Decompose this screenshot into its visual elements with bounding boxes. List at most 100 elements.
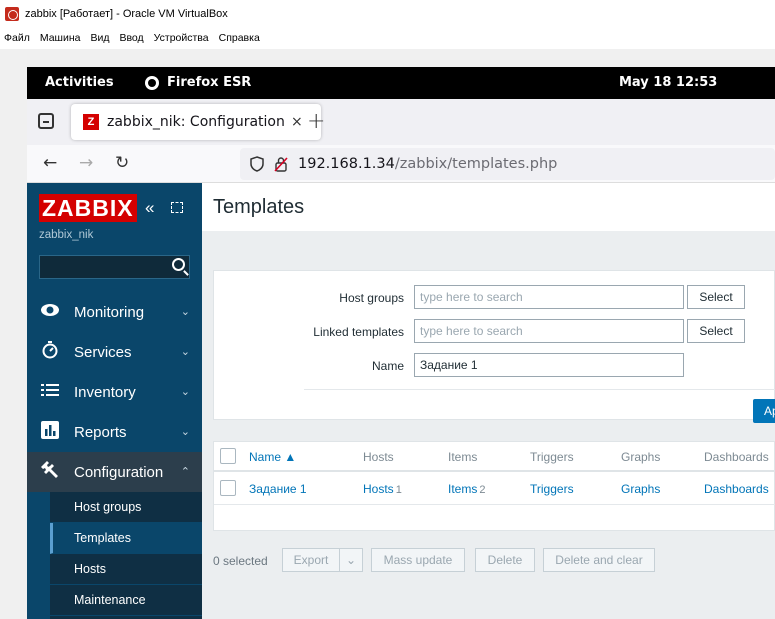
chevron-down-icon: ⌄ [180, 346, 190, 358]
virtualbox-icon [5, 6, 19, 21]
sidebar-item-configuration[interactable]: Configuration ⌃ [27, 452, 202, 492]
delete-and-clear-button[interactable]: Delete and clear [543, 548, 655, 572]
browser-tab[interactable]: Z zabbix_nik: Configuration of templates… [71, 104, 321, 140]
export-button[interactable]: Export [282, 548, 340, 572]
dashboards-link[interactable]: Dashboards [704, 482, 769, 496]
menu-help[interactable]: Справка [219, 32, 260, 44]
app-menu[interactable]: Firefox ESR [145, 75, 251, 90]
delete-button[interactable]: Delete [475, 548, 535, 572]
apply-button[interactable]: Ap [753, 399, 775, 423]
templates-table: Name ▲ Hosts Items Triggers Graphs Dashb… [213, 441, 775, 531]
insecure-lock-icon [274, 157, 288, 172]
sidebar-item-reports[interactable]: Reports ⌄ [27, 412, 202, 452]
hosts-count: 1 [395, 484, 402, 496]
select-all-checkbox[interactable] [220, 448, 236, 464]
search-icon[interactable] [172, 258, 185, 271]
virtualbox-menu-bar: Файл Машина Вид Ввод Устройства Справка [0, 27, 775, 49]
column-name[interactable]: Name ▲ [249, 450, 296, 464]
wrench-icon [40, 460, 60, 484]
chevron-down-icon: ⌄ [180, 386, 190, 398]
sidebar-item-monitoring[interactable]: Monitoring ⌄ [27, 292, 202, 332]
clock[interactable]: May 18 12:53 [619, 75, 717, 90]
mass-actions-bar: 0 selected Export ⌄ Mass update Delete D… [213, 548, 775, 574]
column-hosts: Hosts [363, 450, 394, 464]
sidebar-item-label: Inventory [74, 383, 136, 401]
menu-machine[interactable]: Машина [40, 32, 81, 44]
vm-border-top [27, 49, 775, 67]
close-tab-icon[interactable]: × [291, 114, 303, 130]
menu-devices[interactable]: Устройства [154, 32, 209, 44]
export-dropdown-chevron-down-icon[interactable]: ⌄ [339, 548, 363, 572]
host-groups-select-button[interactable]: Select [687, 285, 745, 309]
host-groups-input[interactable]: type here to search [414, 285, 684, 309]
sidebar-item-services[interactable]: Services ⌄ [27, 332, 202, 372]
app-name: Firefox ESR [167, 75, 252, 90]
virtualbox-title-bar: zabbix [Работает] - Oracle VM VirtualBox [0, 0, 775, 27]
chevron-down-icon: ⌄ [180, 426, 190, 438]
eye-icon [40, 302, 60, 322]
tab-title: zabbix_nik: Configuration of templates [107, 114, 287, 130]
server-name: zabbix_nik [39, 229, 94, 241]
sidebar-item-inventory[interactable]: Inventory ⌄ [27, 372, 202, 412]
row-checkbox[interactable] [220, 480, 236, 496]
page-title: Templates [213, 196, 305, 218]
name-input[interactable]: Задание 1 [414, 353, 684, 377]
zabbix-sidebar: ZABBIX « zabbix_nik Monitoring ⌄ Service… [27, 183, 202, 619]
url-bar[interactable]: 192.168.1.34/zabbix/templates.php [240, 148, 775, 180]
triggers-link[interactable]: Triggers [530, 482, 574, 496]
window-title: zabbix [Работает] - Oracle VM VirtualBox [25, 7, 228, 20]
linked-templates-select-button[interactable]: Select [687, 319, 745, 343]
mass-update-button[interactable]: Mass update [371, 548, 465, 572]
template-name-link[interactable]: Задание 1 [249, 482, 307, 496]
sidebar-item-label: Reports [74, 423, 127, 441]
browser-tab-bar: Z zabbix_nik: Configuration of templates… [27, 99, 775, 145]
submenu-item-hosts[interactable]: Hosts [50, 554, 202, 585]
submenu-item-maintenance[interactable]: Maintenance [50, 585, 202, 616]
collapse-sidebar-icon[interactable]: « [145, 198, 154, 218]
url-path: /zabbix/templates.php [394, 156, 558, 172]
browser-nav-bar: ← → ↻ 192.168.1.34/zabbix/templates.php [27, 145, 775, 183]
page-header: Templates [202, 183, 775, 231]
gnome-top-bar: Activities Firefox ESR May 18 12:53 [27, 67, 775, 99]
new-tab-button[interactable]: + [307, 109, 325, 134]
list-all-tabs-icon[interactable] [38, 113, 54, 129]
table-row: Задание 1 Hosts 1 Items 2 Triggers Graphs … [214, 474, 775, 505]
url-host: 192.168.1.34 [298, 156, 395, 172]
hosts-link[interactable]: Hosts 1 [363, 482, 402, 496]
chevron-up-icon: ⌃ [180, 466, 190, 478]
zabbix-logo[interactable]: ZABBIX [39, 194, 137, 222]
menu-file[interactable]: Файл [4, 32, 30, 44]
menu-input[interactable]: Ввод [119, 32, 143, 44]
activities-button[interactable]: Activities [45, 75, 114, 90]
main-content: Templates Host groups type here to searc… [202, 183, 775, 619]
kiosk-mode-icon[interactable] [171, 202, 183, 213]
reload-icon[interactable]: ↻ [115, 153, 129, 173]
graphs-link[interactable]: Graphs [621, 482, 660, 496]
submenu-item-templates[interactable]: Templates [50, 523, 202, 554]
column-items: Items [448, 450, 478, 464]
forward-arrow-icon[interactable]: → [79, 153, 93, 173]
stopwatch-icon [40, 340, 60, 364]
zabbix-favicon: Z [83, 114, 99, 130]
sidebar-item-label: Services [74, 343, 132, 361]
back-arrow-icon[interactable]: ← [43, 153, 57, 173]
column-triggers: Triggers [530, 450, 574, 464]
sidebar-item-label: Monitoring [74, 303, 145, 321]
vm-border-left [0, 49, 27, 619]
linked-templates-input[interactable]: type here to search [414, 319, 684, 343]
selected-count: 0 selected [213, 554, 268, 568]
items-count: 2 [479, 484, 486, 496]
configuration-submenu: Host groups Templates Hosts Maintenance [50, 492, 202, 619]
filter-divider [304, 389, 775, 390]
items-link[interactable]: Items 2 [448, 482, 485, 496]
list-icon [40, 382, 60, 402]
name-label: Name [371, 359, 404, 373]
filter-panel: Host groups type here to search Select L… [213, 270, 775, 423]
sidebar-item-label: Configuration [74, 463, 164, 481]
submenu-item-host-groups[interactable]: Host groups [50, 492, 202, 523]
column-graphs: Graphs [621, 450, 661, 464]
bar-chart-icon [40, 420, 60, 444]
firefox-icon [145, 75, 159, 90]
menu-view[interactable]: Вид [90, 32, 109, 44]
sidebar-search-input[interactable] [39, 255, 190, 279]
